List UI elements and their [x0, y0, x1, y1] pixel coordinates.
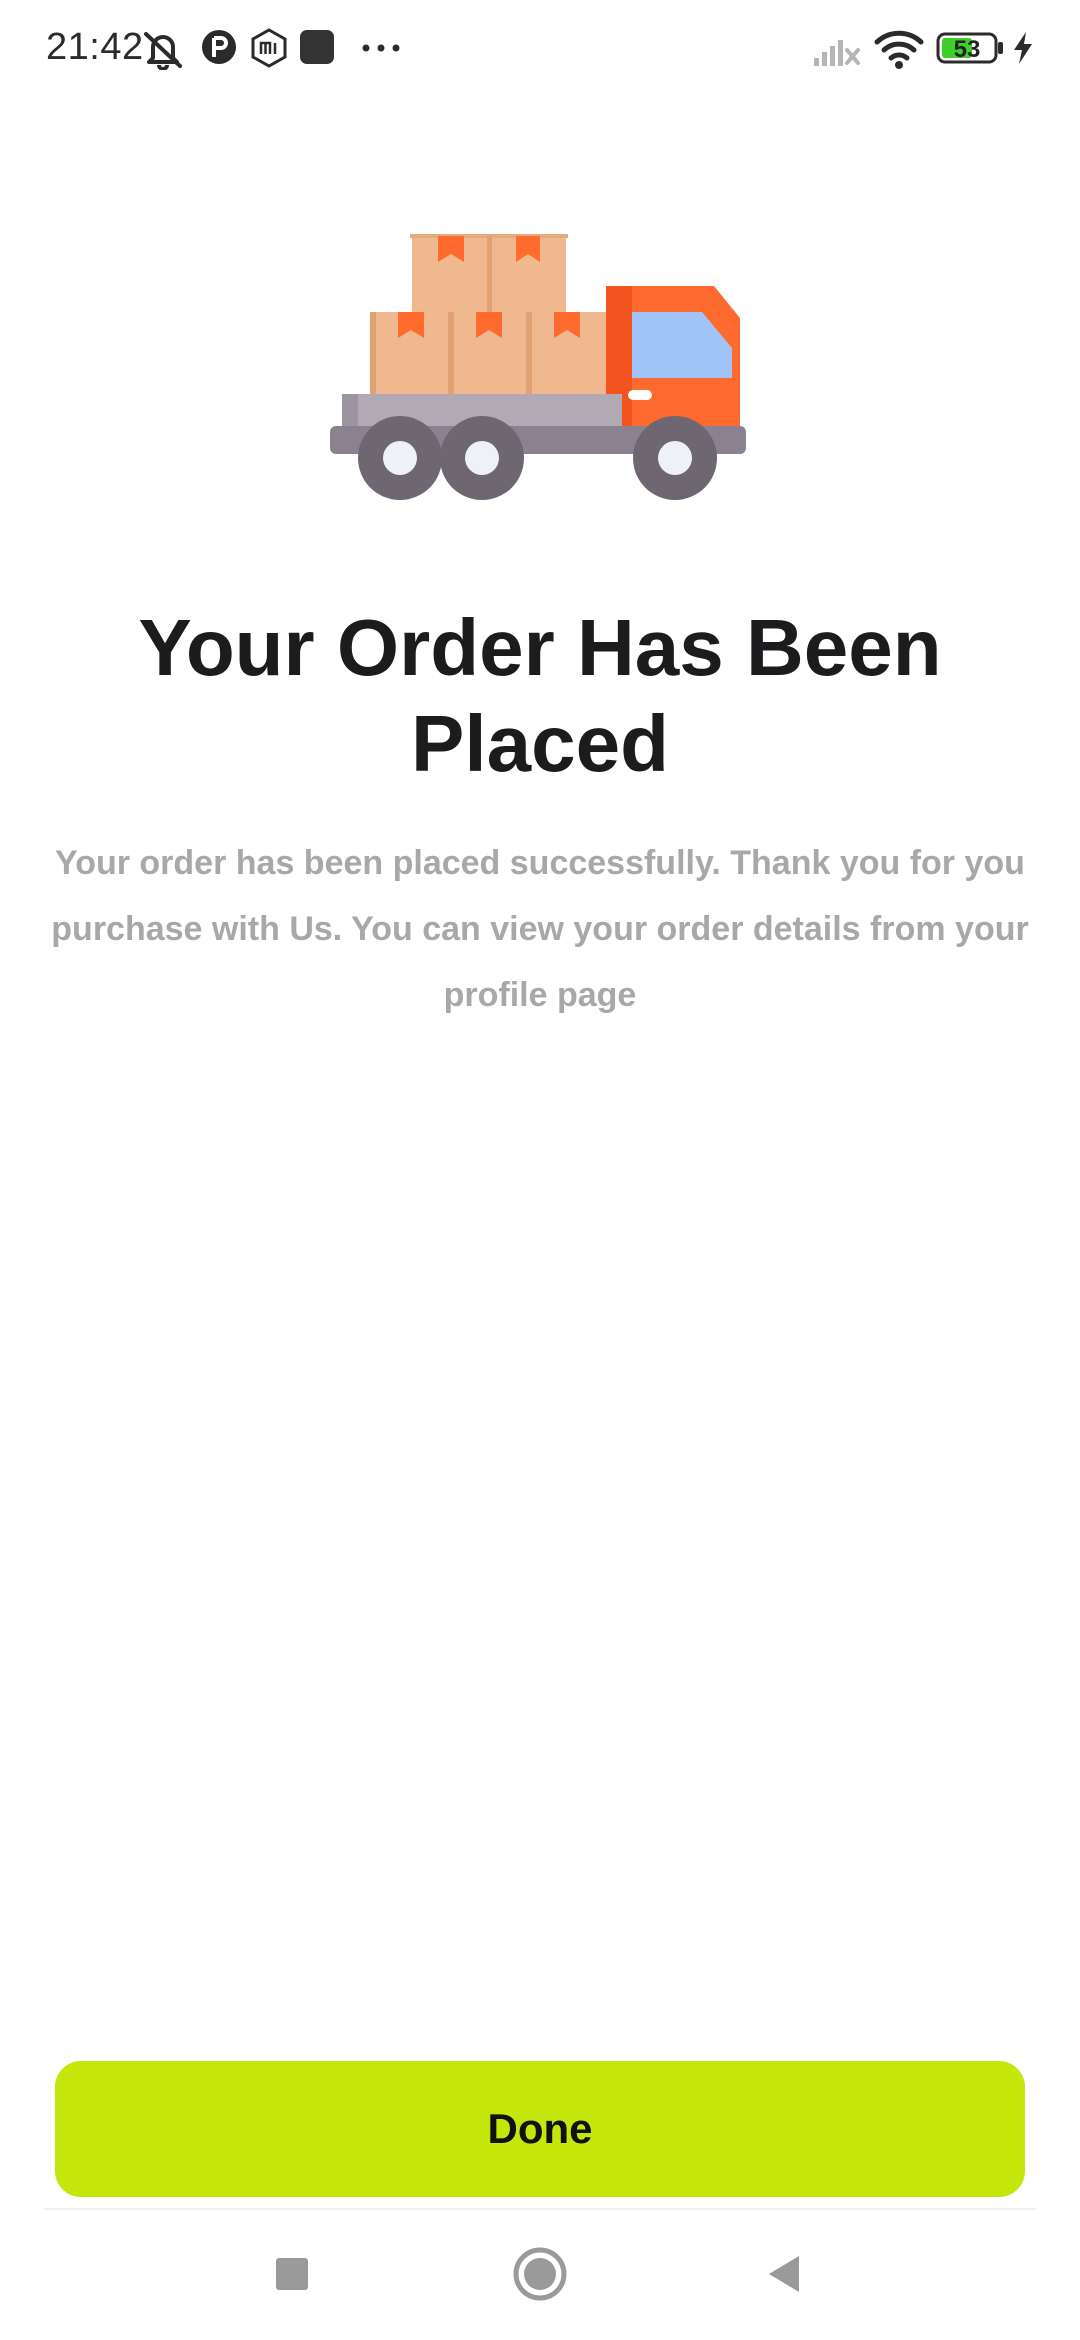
status-bar: 21:42 53 — [0, 0, 1080, 96]
confirmation-message: Your order has been placed successfully.… — [51, 844, 1029, 1014]
home-circle-icon — [513, 2247, 567, 2301]
more-dots-icon — [362, 44, 400, 52]
recents-square-icon — [276, 2258, 308, 2290]
wifi-icon — [874, 30, 924, 69]
done-button[interactable]: Done — [55, 2061, 1025, 2197]
home-button[interactable] — [490, 2240, 590, 2310]
back-button[interactable] — [733, 2240, 833, 2310]
divider — [44, 2208, 1036, 2210]
back-triangle-icon — [769, 2256, 799, 2292]
page-title: Your Order Has Been Placed — [138, 603, 942, 788]
svg-text:53: 53 — [954, 36, 981, 63]
recents-button[interactable] — [242, 2240, 342, 2310]
app-p-icon — [202, 30, 236, 64]
battery-icon: 53 — [936, 32, 1003, 64]
status-time: 21:42 — [46, 26, 144, 68]
charging-bolt-icon — [1014, 32, 1032, 64]
bell-off-icon — [144, 32, 182, 70]
mi-icon — [251, 28, 287, 68]
delivery-truck-icon — [330, 234, 746, 500]
signal-off-icon — [814, 40, 860, 66]
square-app-icon — [300, 30, 334, 64]
